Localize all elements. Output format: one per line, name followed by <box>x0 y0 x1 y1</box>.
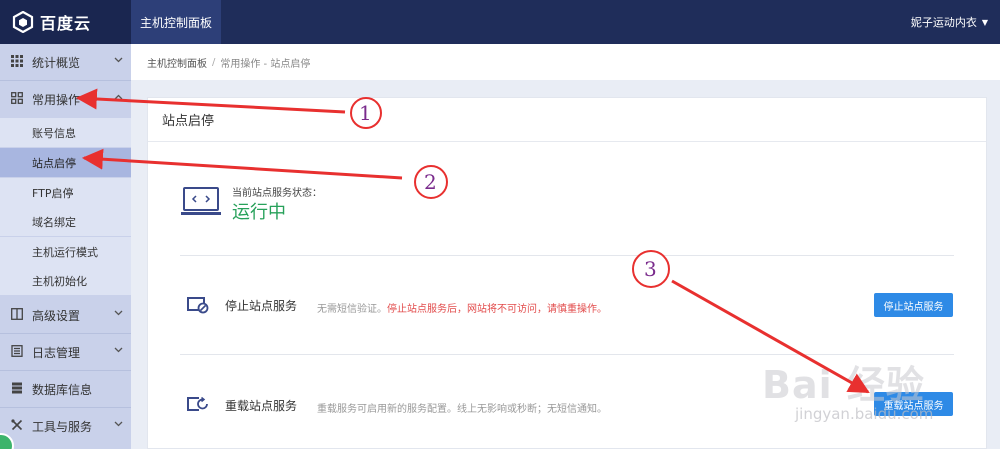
sidebar: 统计概览 常用操作 账号信息 站点启停 FTP启停 域名绑定 主机运行模式 主机… <box>0 44 131 449</box>
user-name: 妮子运动内衣 <box>910 16 977 29</box>
sidebar-subitem-site-toggle[interactable]: 站点启停 <box>0 148 131 177</box>
stop-service-warning: 停止站点服务后，网站将不可访问，请慎重操作。 <box>387 304 607 315</box>
tools-icon <box>10 418 24 434</box>
top-bar: 百度云 主机控制面板 妮子运动内衣 ▼ <box>0 0 1000 44</box>
sidebar-subitem-run-mode[interactable]: 主机运行模式 <box>0 237 131 266</box>
breadcrumb-separator: / <box>212 56 216 68</box>
sidebar-item-label: 常用操作 <box>32 92 81 107</box>
logo[interactable]: 百度云 <box>0 0 131 44</box>
chevron-down-icon <box>114 346 123 356</box>
status-label: 当前站点服务状态： <box>232 188 322 199</box>
cloud-logo-icon <box>12 10 34 34</box>
grid-icon <box>10 54 24 70</box>
divider <box>180 255 954 256</box>
annotation-number-1: 1 <box>359 101 372 125</box>
sidebar-subitem-domain-binding[interactable]: 域名绑定 <box>0 207 131 236</box>
chevron-down-icon <box>114 420 123 430</box>
watermark-url: jingyan.baidu.com <box>795 405 934 423</box>
sidebar-item-database[interactable]: 数据库信息 <box>0 371 131 407</box>
database-icon <box>10 382 24 397</box>
columns-icon <box>10 307 24 323</box>
caret-down-icon: ▼ <box>981 17 988 27</box>
breadcrumb-current: 常用操作 - 站点启停 <box>220 58 311 70</box>
chevron-up-icon <box>114 93 123 103</box>
status-value: 运行中 <box>232 202 286 223</box>
panel-title: 站点启停 <box>148 98 986 142</box>
stop-service-icon <box>187 296 209 314</box>
sidebar-item-tools[interactable]: 工具与服务 <box>0 408 131 444</box>
sidebar-item-label: 数据库信息 <box>32 382 93 397</box>
stop-service-title: 停止站点服务 <box>225 299 298 313</box>
sidebar-item-label: 统计概览 <box>32 55 81 70</box>
sidebar-item-logs[interactable]: 日志管理 <box>0 334 131 370</box>
user-menu[interactable]: 妮子运动内衣 ▼ <box>911 0 988 44</box>
chevron-down-icon <box>114 56 123 66</box>
breadcrumb-root[interactable]: 主机控制面板 <box>147 55 207 70</box>
sidebar-item-label: 工具与服务 <box>32 419 93 434</box>
monitor-icon <box>181 187 221 217</box>
breadcrumb: 主机控制面板 / 常用操作 - 站点启停 <box>131 44 1000 80</box>
watermark-logo: Bai 经验 <box>762 363 925 407</box>
sidebar-item-label: 高级设置 <box>32 308 81 323</box>
sidebar-item-advanced[interactable]: 高级设置 <box>0 297 131 333</box>
tab-host-panel[interactable]: 主机控制面板 <box>131 0 221 44</box>
reload-service-note: 重载服务可启用新的服务配置。线上无影响或秒断；无短信通知。 <box>317 404 607 415</box>
sidebar-subitem-ftp-toggle[interactable]: FTP启停 <box>0 178 131 207</box>
sidebar-subitem-host-init[interactable]: 主机初始化 <box>0 266 131 295</box>
reload-service-icon <box>187 396 209 414</box>
stop-service-note: 无需短信验证。停止站点服务后，网站将不可访问，请慎重操作。 <box>317 300 607 315</box>
reload-service-title: 重载站点服务 <box>225 399 298 413</box>
sidebar-subitem-account[interactable]: 账号信息 <box>0 118 131 147</box>
sidebar-item-stats[interactable]: 统计概览 <box>0 44 131 80</box>
apps-icon <box>10 91 24 107</box>
annotation-number-2: 2 <box>424 170 437 194</box>
stop-service-note-prefix: 无需短信验证。 <box>317 304 387 315</box>
sidebar-item-common-ops[interactable]: 常用操作 <box>0 81 131 117</box>
log-icon <box>10 344 24 360</box>
logo-text: 百度云 <box>40 14 92 33</box>
stop-service-button[interactable]: 停止站点服务 <box>874 293 953 317</box>
chevron-down-icon <box>114 309 123 319</box>
sidebar-item-label: 日志管理 <box>32 345 81 360</box>
annotation-number-3: 3 <box>644 257 657 281</box>
